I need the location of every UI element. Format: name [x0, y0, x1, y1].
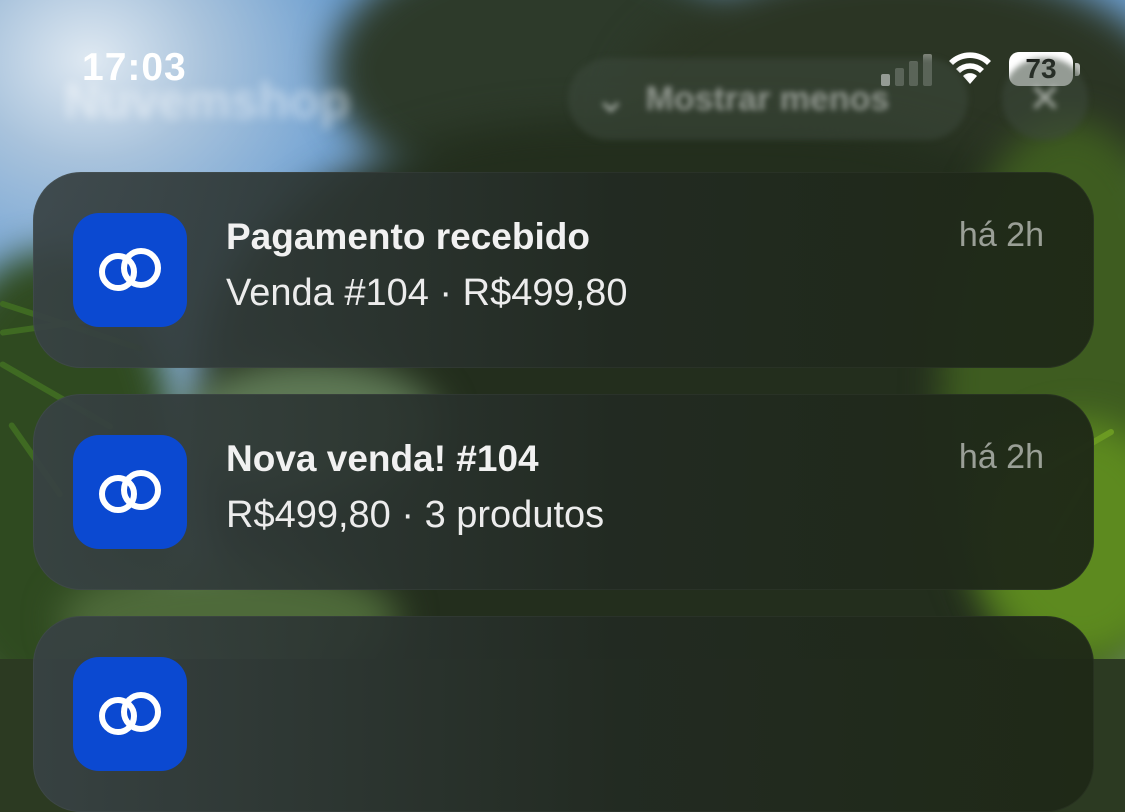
- show-less-button[interactable]: ⌄ Mostrar menos: [568, 58, 968, 140]
- cloud-rings-icon: [99, 692, 161, 735]
- cloud-rings-icon: [99, 248, 161, 291]
- notification-body: R$499,80 · 3 produtos: [226, 494, 605, 536]
- notification-title: Nova venda! #104: [226, 438, 539, 479]
- notification-title: Pagamento recebido: [226, 216, 590, 257]
- notification-time: há 2h: [958, 216, 1044, 254]
- close-group-button[interactable]: ✕: [1002, 58, 1088, 140]
- chevron-down-icon: ⌄: [594, 77, 628, 121]
- group-app-name: Nuvemshop: [64, 73, 351, 129]
- notification-time: há 2h: [958, 438, 1044, 476]
- notification-card[interactable]: Nova venda! #104 R$499,80 · 3 produtos h…: [33, 394, 1094, 590]
- notification-card[interactable]: [33, 616, 1094, 812]
- notification-card[interactable]: Pagamento recebido Venda #104 · R$499,80…: [33, 172, 1094, 368]
- show-less-label: Mostrar menos: [645, 79, 890, 118]
- cloud-rings-icon: [99, 470, 161, 513]
- nuvemshop-logo-icon: [73, 435, 187, 549]
- notification-body: Venda #104 · R$499,80: [226, 272, 628, 314]
- nuvemshop-logo-icon: [73, 213, 187, 327]
- nuvemshop-logo-icon: [73, 657, 187, 771]
- close-icon: ✕: [1028, 77, 1062, 121]
